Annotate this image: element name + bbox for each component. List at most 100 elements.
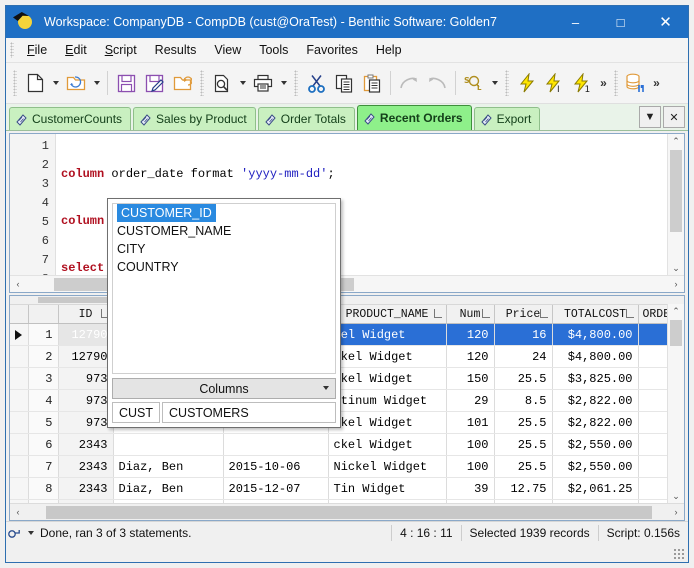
scroll-up-icon[interactable]: ⌃ <box>668 134 684 149</box>
tab-recent-orders[interactable]: Recent Orders <box>356 105 472 130</box>
minimize-button[interactable]: – <box>553 6 598 38</box>
menu-edit[interactable]: Edit <box>56 40 96 60</box>
menu-results[interactable]: Results <box>146 40 206 60</box>
execute-one-icon[interactable]: 1 <box>569 68 597 98</box>
col-header-totalcost[interactable]: TOTALCOST <box>552 305 639 324</box>
cell-num[interactable]: 150 <box>446 367 495 390</box>
cell-product[interactable]: eel Widget <box>328 323 447 346</box>
cell-id[interactable]: 12790 <box>58 323 114 346</box>
cell-product[interactable]: Tin Widget <box>328 477 447 500</box>
revert-folder-icon[interactable] <box>168 68 196 98</box>
cell-price[interactable]: 8.5 <box>494 389 553 412</box>
execute-statement-icon[interactable]: I <box>541 68 569 98</box>
cell-totalcost[interactable]: $2,822.00 <box>552 389 639 412</box>
paste-icon[interactable] <box>358 68 386 98</box>
tab-close-icon[interactable]: ✕ <box>663 106 685 128</box>
menu-tools[interactable]: Tools <box>250 40 297 60</box>
scroll-down-icon[interactable]: ⌄ <box>668 489 684 504</box>
sql-caret-icon[interactable] <box>488 68 501 98</box>
tab-sales-by-product[interactable]: Sales by Product <box>133 107 256 130</box>
scroll-thumb[interactable] <box>46 505 652 519</box>
menu-file[interactable]: FFileile <box>18 40 56 60</box>
autocomplete-item[interactable]: CITY <box>113 240 335 258</box>
scroll-up-icon[interactable]: ⌃ <box>668 304 684 319</box>
autocomplete-table-field[interactable]: CUSTOMERS <box>162 402 336 423</box>
cell-id[interactable]: 973 <box>58 389 114 412</box>
open-folder-icon[interactable] <box>62 68 90 98</box>
cell-totalcost[interactable]: $2,550.00 <box>552 433 639 456</box>
cell-customer[interactable]: Diaz, Ben <box>113 455 224 478</box>
grid-horizontal-scrollbar[interactable]: ‹ › <box>10 503 684 520</box>
copy-icon[interactable] <box>330 68 358 98</box>
menu-script[interactable]: Script <box>96 40 146 60</box>
menu-favorites[interactable]: Favorites <box>297 40 366 60</box>
menu-view[interactable]: View <box>205 40 250 60</box>
cell-product[interactable]: ckel Widget <box>328 433 447 456</box>
cell-num[interactable]: 100 <box>446 433 495 456</box>
cell-price[interactable]: 16 <box>494 323 553 346</box>
cell-totalcost[interactable]: $3,825.00 <box>552 367 639 390</box>
maximize-button[interactable]: □ <box>598 6 643 38</box>
execute-icon[interactable] <box>513 68 541 98</box>
table-row[interactable]: 8 2343 Diaz, Ben 2015-12-07 Tin Widget 3… <box>10 477 684 500</box>
cell-price[interactable]: 25.5 <box>494 455 553 478</box>
cell-totalcost[interactable]: $2,822.00 <box>552 411 639 434</box>
autocomplete-category-combo[interactable]: Columns <box>112 378 336 399</box>
cell-price[interactable]: 25.5 <box>494 367 553 390</box>
cell-num[interactable]: 120 <box>446 323 495 346</box>
database-tools-icon[interactable] <box>622 68 650 98</box>
cell-price[interactable]: 24 <box>494 345 553 368</box>
cell-num[interactable]: 29 <box>446 389 495 412</box>
save-as-icon[interactable] <box>140 68 168 98</box>
cell-product[interactable]: ckel Widget <box>328 345 447 368</box>
cell-totalcost[interactable]: $4,800.00 <box>552 345 639 368</box>
autocomplete-alias-field[interactable]: CUST <box>112 402 161 423</box>
cell-product[interactable]: Nickel Widget <box>328 455 447 478</box>
cell-customer[interactable]: Diaz, Ben <box>113 477 224 500</box>
status-glasses-icon[interactable] <box>6 528 36 539</box>
scroll-left-icon[interactable]: ‹ <box>10 279 26 289</box>
tab-customercounts[interactable]: CustomerCounts <box>9 107 132 130</box>
scroll-down-icon[interactable]: ⌄ <box>668 261 684 276</box>
toolbar-grip-icon-2[interactable] <box>200 70 204 96</box>
autocomplete-item-selected[interactable]: CUSTOMER_ID <box>117 204 216 222</box>
tab-order-totals[interactable]: Order Totals <box>257 107 355 130</box>
cell-product[interactable]: ckel Widget <box>328 411 447 434</box>
cell-date[interactable]: 2015-10-06 <box>223 455 329 478</box>
print-preview-caret-icon[interactable] <box>236 68 249 98</box>
cell-id[interactable]: 2343 <box>58 455 114 478</box>
tab-export[interactable]: Export <box>473 107 541 130</box>
cell-id[interactable]: 12790 <box>58 345 114 368</box>
cell-id[interactable]: 2343 <box>58 477 114 500</box>
grid-vertical-scrollbar[interactable]: ⌃ ⌄ <box>667 304 684 504</box>
cell-totalcost[interactable]: $2,061.25 <box>552 477 639 500</box>
scroll-track[interactable] <box>26 505 668 519</box>
cell-product[interactable]: atinum Widget <box>328 389 447 412</box>
open-dropdown-caret-icon[interactable] <box>90 68 103 98</box>
col-header-num[interactable]: Num <box>446 305 495 324</box>
print-caret-icon[interactable] <box>277 68 290 98</box>
col-header-price[interactable]: Price <box>494 305 553 324</box>
table-row[interactable]: 7 2343 Diaz, Ben 2015-10-06 Nickel Widge… <box>10 455 684 478</box>
cell-id[interactable]: 973 <box>58 411 114 434</box>
print-preview-icon[interactable] <box>208 68 236 98</box>
toolbar-grip-icon-3[interactable] <box>294 70 298 96</box>
autocomplete-item[interactable]: COUNTRY <box>113 258 335 276</box>
cell-totalcost[interactable]: $2,550.00 <box>552 455 639 478</box>
scroll-thumb[interactable] <box>670 320 682 346</box>
cell-date[interactable]: 2015-12-07 <box>223 477 329 500</box>
cell-totalcost[interactable]: $4,800.00 <box>552 323 639 346</box>
tab-list-dropdown-icon[interactable]: ▼ <box>639 106 661 128</box>
cell-num[interactable]: 120 <box>446 345 495 368</box>
scroll-thumb[interactable] <box>670 150 682 232</box>
autocomplete-item[interactable]: CUSTOMER_NAME <box>113 222 335 240</box>
cell-price[interactable]: 25.5 <box>494 411 553 434</box>
autocomplete-list[interactable]: CUSTOMER_ID CUSTOMER_NAME CITY COUNTRY <box>112 203 336 374</box>
new-dropdown-caret-icon[interactable] <box>49 68 62 98</box>
cut-icon[interactable] <box>302 68 330 98</box>
cell-num[interactable]: 100 <box>446 455 495 478</box>
resize-grip-icon[interactable] <box>673 548 685 560</box>
scroll-left-icon[interactable]: ‹ <box>10 507 26 517</box>
cell-product[interactable]: ckel Widget <box>328 367 447 390</box>
col-header-product-name[interactable]: PRODUCT_NAME <box>328 305 447 324</box>
